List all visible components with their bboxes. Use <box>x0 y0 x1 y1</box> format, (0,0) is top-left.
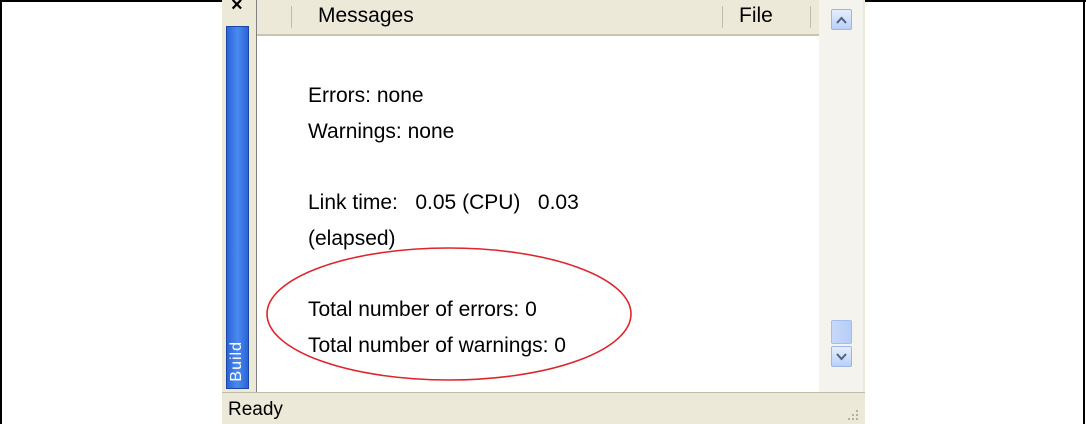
figure-frame-right <box>1083 0 1085 424</box>
status-text: Ready <box>228 399 283 420</box>
build-tab-bar[interactable]: Build <box>226 26 249 389</box>
header-separator[interactable] <box>722 6 723 28</box>
message-link-time: Link time: 0.05 (CPU) 0.03 <box>308 191 579 214</box>
resize-grip-icon[interactable] <box>845 407 859 421</box>
build-tab[interactable]: × Build <box>222 0 253 392</box>
build-output-window: × Build Messages File Errors: none Warni… <box>222 0 865 424</box>
highlight-ellipse <box>266 247 632 381</box>
header-separator[interactable] <box>291 6 292 28</box>
header-separator[interactable] <box>810 6 811 28</box>
status-bar: Ready <box>222 392 865 424</box>
scroll-up-button[interactable] <box>831 9 852 30</box>
chevron-up-icon <box>836 16 847 24</box>
column-header-file[interactable]: File <box>739 4 773 28</box>
chevron-down-icon <box>836 352 847 360</box>
close-icon[interactable]: × <box>231 0 243 17</box>
build-tab-label: Build <box>228 341 245 382</box>
message-warnings: Warnings: none <box>308 120 455 143</box>
message-errors: Errors: none <box>308 84 424 107</box>
scroll-down-button[interactable] <box>831 346 852 367</box>
column-header-messages[interactable]: Messages <box>318 4 414 28</box>
figure-frame-left <box>0 0 2 424</box>
column-header: Messages File <box>257 0 819 36</box>
message-blank <box>308 150 778 185</box>
scroll-thumb[interactable] <box>831 320 852 344</box>
output-panel: Messages File Errors: none Warnings: non… <box>256 0 863 392</box>
vertical-scrollbar[interactable] <box>819 0 863 392</box>
